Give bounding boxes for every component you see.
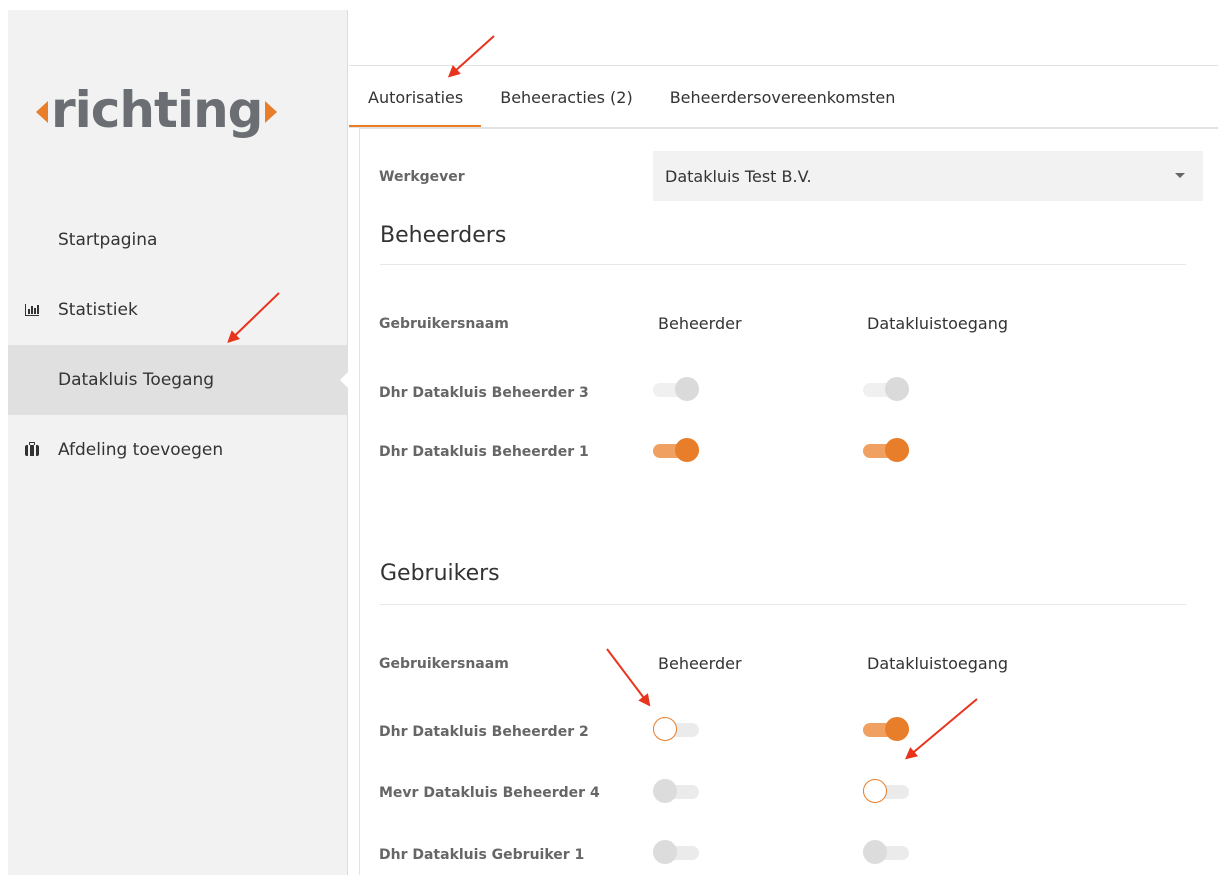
caret-down-icon bbox=[1175, 173, 1185, 178]
column-header-gebruikersnaam: Gebruikersnaam bbox=[379, 656, 509, 672]
column-header-datakluistoegang: Datakluistoegang bbox=[867, 314, 1008, 333]
divider bbox=[380, 604, 1186, 605]
datakluistoegang-toggle[interactable] bbox=[863, 377, 909, 401]
column-header-gebruikersnaam: Gebruikersnaam bbox=[379, 316, 509, 332]
employer-select-value: Datakluis Test B.V. bbox=[665, 166, 812, 186]
employer-label: Werkgever bbox=[379, 169, 465, 185]
tab-bar: Autorisaties Beheeracties (2) Beheerders… bbox=[349, 66, 913, 128]
tab-beheeracties[interactable]: Beheeracties (2) bbox=[481, 66, 650, 128]
sidebar: richting Startpagina Statistiek Dataklui… bbox=[8, 10, 349, 875]
datakluistoegang-toggle[interactable] bbox=[863, 438, 909, 462]
datakluistoegang-toggle[interactable] bbox=[863, 840, 909, 864]
sidebar-item-label: Startpagina bbox=[58, 230, 158, 250]
briefcase-icon bbox=[25, 441, 39, 456]
section-title-beheerders: Beheerders bbox=[380, 223, 507, 248]
sidebar-item-label: Afdeling toevoegen bbox=[58, 440, 224, 460]
beheerder-toggle[interactable] bbox=[653, 717, 699, 741]
beheerder-toggle[interactable] bbox=[653, 438, 699, 462]
datakluistoegang-toggle[interactable] bbox=[863, 717, 909, 741]
sidebar-item-label: Statistiek bbox=[58, 300, 138, 320]
user-name: Dhr Datakluis Beheerder 3 bbox=[379, 385, 589, 401]
column-header-beheerder: Beheerder bbox=[658, 314, 742, 333]
beheerder-toggle[interactable] bbox=[653, 779, 699, 803]
beheerder-toggle[interactable] bbox=[653, 377, 699, 401]
bar-chart-icon bbox=[25, 304, 39, 316]
user-name: Dhr Datakluis Beheerder 1 bbox=[379, 444, 589, 460]
logo-left-chevron-icon bbox=[36, 101, 48, 123]
tab-beheerdersovereenkomsten[interactable]: Beheerdersovereenkomsten bbox=[651, 66, 914, 128]
sidebar-nav: Startpagina Statistiek Datakluis Toegang… bbox=[8, 205, 349, 485]
divider bbox=[380, 264, 1186, 265]
richting-logo[interactable]: richting bbox=[36, 70, 278, 150]
tab-autorisaties[interactable]: Autorisaties bbox=[349, 66, 482, 128]
column-header-datakluistoegang: Datakluistoegang bbox=[867, 654, 1008, 673]
column-header-beheerder: Beheerder bbox=[658, 654, 742, 673]
user-name: Dhr Datakluis Gebruiker 1 bbox=[379, 847, 585, 863]
logo-right-chevron-icon bbox=[265, 101, 278, 123]
datakluistoegang-toggle[interactable] bbox=[863, 779, 909, 803]
sidebar-item-afdeling-toevoegen[interactable]: Afdeling toevoegen bbox=[8, 415, 348, 485]
sidebar-item-startpagina[interactable]: Startpagina bbox=[8, 205, 348, 275]
sidebar-item-label: Datakluis Toegang bbox=[58, 370, 215, 390]
main-content: Autorisaties Beheeracties (2) Beheerders… bbox=[349, 0, 1218, 875]
beheerder-toggle[interactable] bbox=[653, 840, 699, 864]
logo-wordmark: richting bbox=[51, 81, 263, 139]
sidebar-item-statistiek[interactable]: Statistiek bbox=[8, 275, 348, 345]
sidebar-item-datakluis-toegang[interactable]: Datakluis Toegang bbox=[8, 345, 349, 415]
autorisaties-panel: Werkgever Datakluis Test B.V. Beheerders… bbox=[359, 128, 1218, 875]
user-name: Mevr Datakluis Beheerder 4 bbox=[379, 785, 600, 801]
user-name: Dhr Datakluis Beheerder 2 bbox=[379, 724, 589, 740]
section-title-gebruikers: Gebruikers bbox=[380, 561, 500, 586]
employer-select[interactable]: Datakluis Test B.V. bbox=[653, 151, 1203, 201]
